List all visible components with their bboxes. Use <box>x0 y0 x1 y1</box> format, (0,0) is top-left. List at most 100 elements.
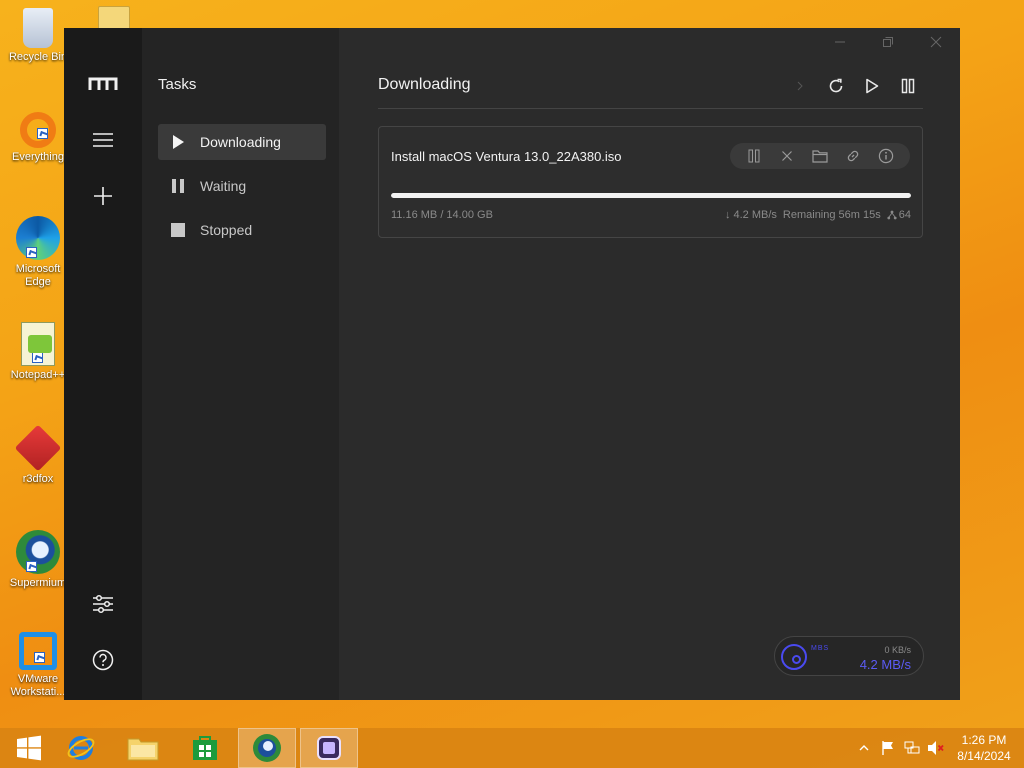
speedometer[interactable]: MBS 0 KB/s 4.2 MB/s <box>774 636 924 676</box>
desktop-icon-recycle-bin[interactable]: Recycle Bin <box>4 8 72 64</box>
connections-count-wrap: 64 <box>887 209 911 221</box>
copy-link-button[interactable] <box>843 146 863 166</box>
menu-button[interactable] <box>85 122 121 158</box>
maximize-button[interactable] <box>864 28 912 56</box>
start-button[interactable] <box>0 728 58 768</box>
desktop-icon-supermium[interactable]: Supermium <box>4 530 72 590</box>
flag-icon <box>882 741 893 755</box>
store-icon <box>193 736 217 760</box>
shortcut-arrow-icon <box>34 652 45 663</box>
page-title: Downloading <box>378 76 471 93</box>
sliders-icon <box>93 594 113 614</box>
task-actions <box>730 143 910 169</box>
taskbar-motrix[interactable] <box>300 728 358 768</box>
connections-count: 64 <box>898 209 911 221</box>
task-filter-waiting[interactable]: Waiting <box>158 168 326 204</box>
network-icon <box>904 741 920 754</box>
play-outline-icon <box>866 78 879 94</box>
help-button[interactable] <box>85 642 121 678</box>
taskbar: 1:26 PM 8/14/2024 <box>0 728 1024 768</box>
desktop-icon-edge[interactable]: Microsoft Edge <box>4 216 72 289</box>
minimize-button[interactable] <box>816 28 864 56</box>
pause-task-button[interactable] <box>744 146 764 166</box>
action-center-button[interactable] <box>876 728 900 768</box>
desktop-icon-label: r3dfox <box>22 473 54 485</box>
chevron-right-icon <box>797 81 803 91</box>
folder-icon <box>812 150 828 163</box>
tasks-title: Tasks <box>158 76 197 93</box>
task-filter-label: Stopped <box>200 222 253 238</box>
header-divider <box>378 108 923 109</box>
select-all-button[interactable] <box>784 72 816 100</box>
refresh-button[interactable] <box>820 72 852 100</box>
desktop-icon-label: Notepad++ <box>10 369 66 381</box>
show-hidden-icons-button[interactable] <box>852 728 876 768</box>
taskbar-clock[interactable]: 1:26 PM 8/14/2024 <box>948 732 1020 764</box>
taskbar-store[interactable] <box>176 728 234 768</box>
pause-outline-icon <box>901 78 915 94</box>
desktop-icon-label: Everything <box>12 151 64 163</box>
delete-task-button[interactable] <box>777 146 797 166</box>
connections-icon <box>887 210 897 220</box>
speedometer-icon <box>781 644 807 670</box>
volume-muted-icon <box>928 741 944 755</box>
desktop-icon-label: Recycle Bin <box>8 51 68 63</box>
upload-speed: 0 KB/s <box>884 645 911 655</box>
download-speed-total: 4.2 MB/s <box>859 657 911 672</box>
shortcut-arrow-icon <box>26 247 37 258</box>
task-stats: ↓ 4.2 MB/s Remaining 56m 15s 64 <box>725 209 911 221</box>
download-speed: ↓ 4.2 MB/s <box>724 209 777 221</box>
folder-icon <box>127 738 159 761</box>
taskbar-supermium[interactable] <box>238 728 296 768</box>
task-filter-label: Downloading <box>200 134 281 150</box>
task-info-button[interactable] <box>876 146 896 166</box>
taskbar-ie[interactable] <box>52 728 110 768</box>
notepad-plus-plus-icon <box>21 322 55 366</box>
preferences-button[interactable] <box>85 586 121 622</box>
internet-explorer-icon <box>67 736 95 760</box>
download-progress-fill <box>391 193 911 198</box>
add-task-button[interactable] <box>85 178 121 214</box>
task-toolbar <box>784 72 924 100</box>
window-controls <box>816 28 960 56</box>
tasks-panel: Tasks Downloading Waiting Stopped <box>142 28 339 700</box>
info-icon <box>878 148 893 164</box>
desktop-icon-r3dfox[interactable]: r3dfox <box>4 424 72 486</box>
desktop-icons: Recycle Bin Everything Microsoft Edge No… <box>0 0 67 728</box>
pause-all-button[interactable] <box>892 72 924 100</box>
open-folder-button[interactable] <box>810 146 830 166</box>
desktop-folder-icon[interactable] <box>98 6 130 30</box>
edge-icon <box>16 216 60 260</box>
desktop-icon-label: Microsoft Edge <box>15 263 61 288</box>
task-filter-downloading[interactable]: Downloading <box>158 124 326 160</box>
downloaded-size: 11.16 MB / 14.00 GB <box>391 209 493 221</box>
remaining-time: Remaining 56m 15s <box>782 209 881 221</box>
shortcut-arrow-icon <box>32 352 43 363</box>
recycle-bin-icon <box>23 8 53 48</box>
main-panel: Downloading Install macOS Ventura 13.0_2… <box>339 28 960 700</box>
download-task-card[interactable]: Install macOS Ventura 13.0_22A380.iso 11… <box>378 126 923 238</box>
link-icon <box>847 150 859 162</box>
task-filter-stopped[interactable]: Stopped <box>158 212 326 248</box>
shortcut-arrow-icon <box>26 561 37 572</box>
volume-button[interactable] <box>924 728 948 768</box>
hamburger-icon <box>93 133 113 147</box>
minimize-icon <box>835 41 845 43</box>
desktop-icon-vmware[interactable]: VMware Workstati... <box>4 632 72 699</box>
desktop-icon-notepad[interactable]: Notepad++ <box>4 322 72 382</box>
desktop-icon-label: VMware Workstati... <box>10 673 66 698</box>
close-icon <box>930 36 942 48</box>
windows-logo-icon <box>17 735 41 761</box>
shortcut-arrow-icon <box>37 128 48 139</box>
resume-all-button[interactable] <box>856 72 888 100</box>
stop-icon <box>170 222 186 238</box>
taskbar-file-explorer[interactable] <box>114 728 172 768</box>
clock-time: 1:26 PM <box>961 733 1007 747</box>
nav-rail <box>64 28 142 700</box>
desktop-icon-everything[interactable]: Everything <box>4 112 72 164</box>
download-progress-bar <box>391 193 911 198</box>
close-button[interactable] <box>912 28 960 56</box>
network-button[interactable] <box>900 728 924 768</box>
chevron-up-icon <box>859 745 869 751</box>
system-tray: 1:26 PM 8/14/2024 <box>852 728 1024 768</box>
